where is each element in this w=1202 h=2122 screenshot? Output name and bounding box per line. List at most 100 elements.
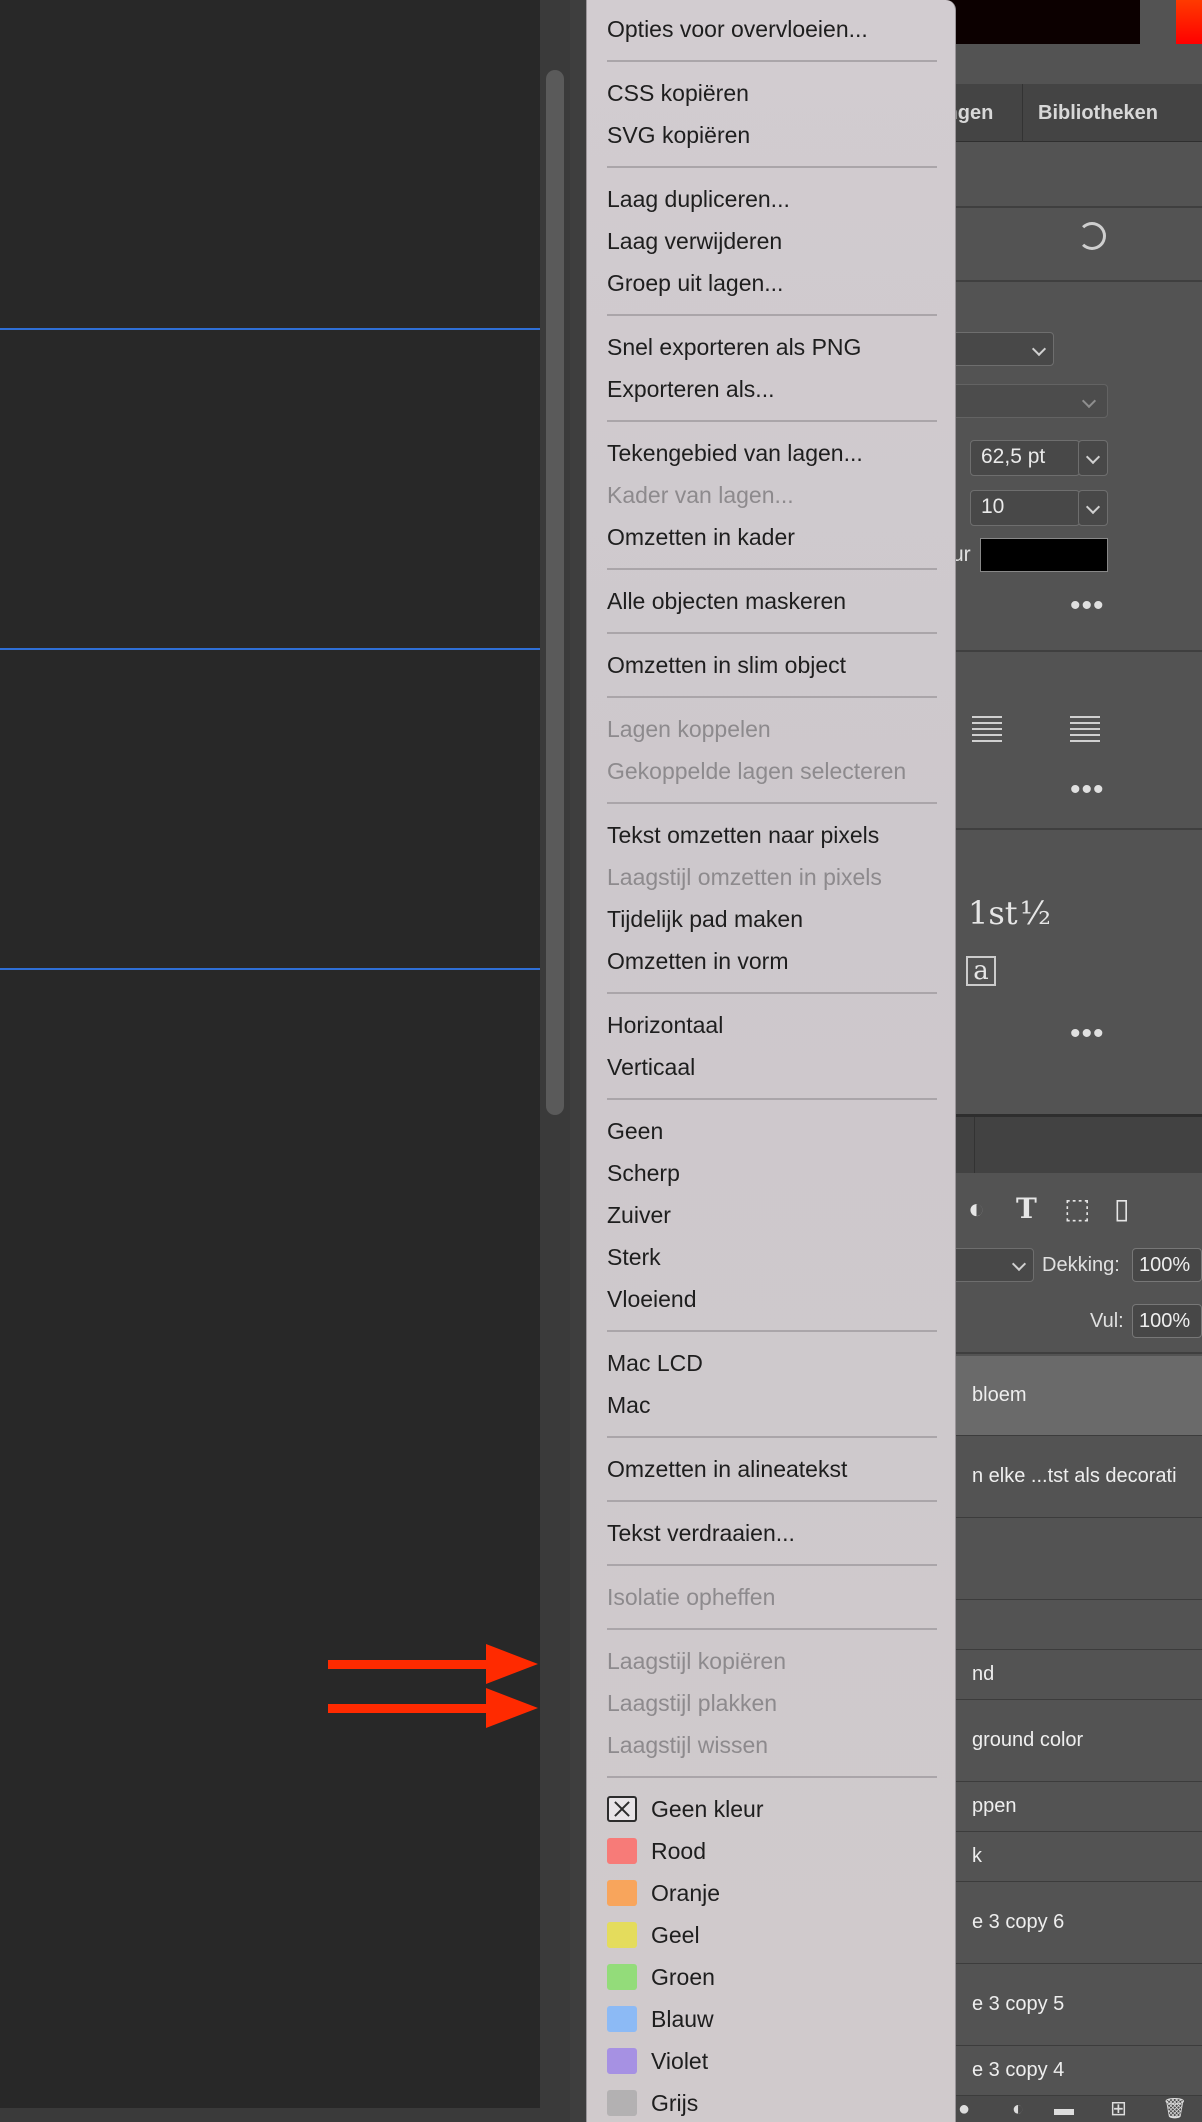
layer-row[interactable]: e 3 copy 6 xyxy=(940,1882,1202,1964)
menu-item-opties-voor-overvloeien[interactable]: Opties voor overvloeien... xyxy=(587,8,955,50)
layer-row[interactable] xyxy=(940,1518,1202,1600)
menu-item-label: Geel xyxy=(651,1922,700,1948)
type-layer-filter-icon[interactable]: T xyxy=(1016,1194,1037,1224)
menu-item-laag-verwijderen[interactable]: Laag verwijderen xyxy=(587,220,955,262)
color-label-geel[interactable]: Geel xyxy=(587,1914,955,1956)
menu-item-mac-lcd[interactable]: Mac LCD xyxy=(587,1342,955,1384)
adjustment-layer-icon[interactable]: ◐ xyxy=(1012,2096,1024,2122)
menu-item-omzetten-in-alineatekst[interactable]: Omzetten in alineatekst xyxy=(587,1448,955,1490)
color-label-geen-kleur[interactable]: Geen kleur xyxy=(587,1788,955,1830)
menu-separator xyxy=(587,1088,955,1110)
color-label-rood[interactable]: Rood xyxy=(587,1830,955,1872)
document-canvas[interactable] xyxy=(0,0,540,2122)
annotation-arrow-1 xyxy=(328,1644,538,1684)
color-swatch-icon xyxy=(607,1964,637,1990)
trash-icon[interactable]: 🗑 xyxy=(1162,2096,1187,2122)
font-size-field[interactable]: 62,5 pt xyxy=(970,440,1080,476)
menu-item-label: Laag dupliceren... xyxy=(607,186,790,212)
foreground-color-swatch[interactable] xyxy=(930,0,1140,44)
layer-row[interactable]: ppen xyxy=(940,1782,1202,1832)
menu-item-label: Groep uit lagen... xyxy=(607,270,784,296)
justify-all-icon[interactable] xyxy=(972,716,1002,742)
canvas-horizontal-scrollbar[interactable] xyxy=(0,2108,570,2122)
layer-row[interactable]: ground color xyxy=(940,1700,1202,1782)
menu-item-tijdelijk-pad-maken[interactable]: Tijdelijk pad maken xyxy=(587,898,955,940)
menu-item-css-kopi-ren[interactable]: CSS kopiëren xyxy=(587,72,955,114)
tab-libraries[interactable]: Bibliotheken xyxy=(1038,84,1158,142)
menu-item-svg-kopi-ren[interactable]: SVG kopiëren xyxy=(587,114,955,156)
color-label-blauw[interactable]: Blauw xyxy=(587,1998,955,2040)
more-options-icon[interactable]: ••• xyxy=(1070,1019,1105,1049)
menu-item-label: Omzetten in vorm xyxy=(607,948,789,974)
menu-item-vloeiend[interactable]: Vloeiend xyxy=(587,1278,955,1320)
color-label-violet[interactable]: Violet xyxy=(587,2040,955,2082)
menu-item-label: Tekst omzetten naar pixels xyxy=(607,822,880,848)
menu-item-scherp[interactable]: Scherp xyxy=(587,1152,955,1194)
ordinal-glyph-icon[interactable]: 1st xyxy=(968,894,1018,932)
menu-item-label: Isolatie opheffen xyxy=(607,1584,776,1610)
menu-item-label: Oranje xyxy=(651,1880,721,1906)
fraction-glyph-icon[interactable]: ½ xyxy=(1020,894,1051,932)
stylistic-alternate-icon[interactable]: a xyxy=(966,956,996,986)
shape-layer-filter-icon[interactable]: ⬚ xyxy=(1064,1194,1090,1224)
menu-item-label: Groen xyxy=(651,1964,715,1990)
menu-item-tekengebied-van-lagen[interactable]: Tekengebied van lagen... xyxy=(587,432,955,474)
menu-item-label: Tijdelijk pad maken xyxy=(607,906,804,932)
menu-item-exporteren-als[interactable]: Exporteren als... xyxy=(587,368,955,410)
menu-item-label: Snel exporteren als PNG xyxy=(607,334,862,360)
menu-item-omzetten-in-vorm[interactable]: Omzetten in vorm xyxy=(587,940,955,982)
more-options-icon[interactable]: ••• xyxy=(1070,775,1105,805)
panel-divider xyxy=(940,280,1202,282)
menu-item-laagstijl-kopi-ren: Laagstijl kopiëren xyxy=(587,1640,955,1682)
layer-row[interactable] xyxy=(940,1600,1202,1650)
menu-item-alle-objecten-maskeren[interactable]: Alle objecten maskeren xyxy=(587,580,955,622)
menu-item-label: Laagstijl kopiëren xyxy=(607,1648,787,1674)
reset-icon[interactable] xyxy=(1078,222,1106,250)
panel-divider xyxy=(940,206,1202,208)
menu-separator xyxy=(587,1618,955,1640)
layers-panel-header xyxy=(940,1117,1202,1173)
menu-item-laag-dupliceren[interactable]: Laag dupliceren... xyxy=(587,178,955,220)
menu-item-sterk[interactable]: Sterk xyxy=(587,1236,955,1278)
canvas-scroll-thumb[interactable] xyxy=(546,70,564,1115)
leading-field[interactable]: 10 xyxy=(970,490,1080,526)
layer-row[interactable]: e 3 copy 4 xyxy=(940,2046,1202,2096)
layer-row[interactable]: nd xyxy=(940,1650,1202,1700)
menu-item-omzetten-in-kader[interactable]: Omzetten in kader xyxy=(587,516,955,558)
menu-item-groep-uit-lagen[interactable]: Groep uit lagen... xyxy=(587,262,955,304)
menu-separator xyxy=(587,1766,955,1788)
layer-row-selected[interactable]: bloem xyxy=(940,1356,1202,1436)
layer-row[interactable]: k xyxy=(940,1832,1202,1882)
menu-item-mac[interactable]: Mac xyxy=(587,1384,955,1426)
menu-item-omzetten-in-slim-object[interactable]: Omzetten in slim object xyxy=(587,644,955,686)
color-label-grijs[interactable]: Grijs xyxy=(587,2082,955,2122)
menu-item-verticaal[interactable]: Verticaal xyxy=(587,1046,955,1088)
menu-item-label: Sterk xyxy=(607,1244,661,1270)
layer-row[interactable]: e 3 copy 5 xyxy=(940,1964,1202,2046)
menu-item-snel-exporteren-als-png[interactable]: Snel exporteren als PNG xyxy=(587,326,955,368)
color-label-groen[interactable]: Groen xyxy=(587,1956,955,1998)
menu-item-zuiver[interactable]: Zuiver xyxy=(587,1194,955,1236)
menu-item-horizontaal[interactable]: Horizontaal xyxy=(587,1004,955,1046)
menu-item-label: Grijs xyxy=(651,2090,699,2116)
new-group-icon[interactable]: ▬ xyxy=(1054,2096,1074,2122)
fill-field[interactable]: 100% xyxy=(1132,1304,1202,1338)
background-color-swatch[interactable] xyxy=(1176,0,1202,44)
mask-icon[interactable]: ● xyxy=(958,2096,970,2122)
menu-item-tekst-omzetten-naar-pixels[interactable]: Tekst omzetten naar pixels xyxy=(587,814,955,856)
panel-divider xyxy=(940,650,1202,652)
new-layer-icon[interactable]: ⊞ xyxy=(1110,2096,1127,2122)
smart-object-filter-icon[interactable]: ▯ xyxy=(1114,1194,1129,1224)
menu-item-tekst-verdraaien[interactable]: Tekst verdraaien... xyxy=(587,1512,955,1554)
justify-all-icon[interactable] xyxy=(1070,716,1100,742)
text-color-well[interactable] xyxy=(980,538,1108,572)
adjustment-layer-filter-icon[interactable]: ◐ xyxy=(968,1194,985,1224)
menu-item-label: Laag verwijderen xyxy=(607,228,783,254)
panel-divider xyxy=(940,828,1202,830)
more-options-icon[interactable]: ••• xyxy=(1070,591,1105,621)
menu-item-geen[interactable]: Geen xyxy=(587,1110,955,1152)
opacity-field[interactable]: 100% xyxy=(1132,1248,1202,1282)
color-label-oranje[interactable]: Oranje xyxy=(587,1872,955,1914)
layer-row[interactable]: n elke ...tst als decorati xyxy=(940,1436,1202,1518)
menu-item-label: Lagen koppelen xyxy=(607,716,771,742)
